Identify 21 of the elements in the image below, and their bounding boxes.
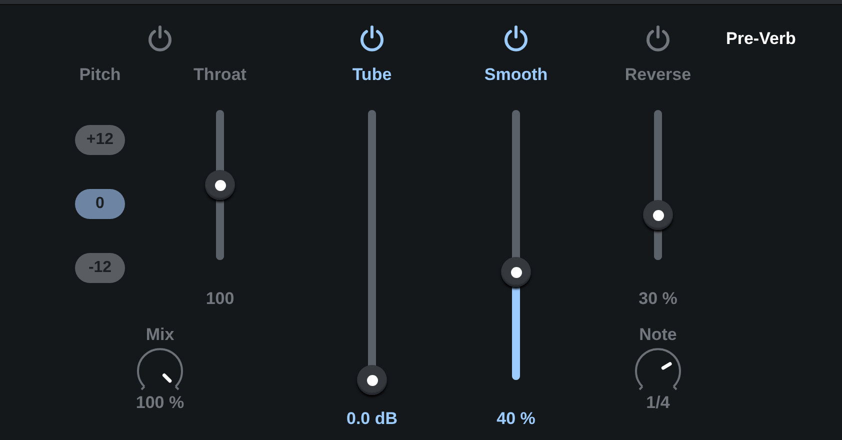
value-readout: 1/4: [646, 393, 670, 413]
pitch-button[interactable]: -12: [75, 253, 125, 283]
control-label: Pitch: [79, 65, 121, 85]
control-label: Throat: [194, 65, 246, 85]
knob-label: Note: [639, 325, 677, 345]
slider-thumb[interactable]: [643, 200, 673, 230]
value-readout: 100: [206, 289, 234, 309]
knob-label: Mix: [146, 325, 174, 345]
control-label: Reverse: [624, 65, 692, 85]
pitch-button[interactable]: 0: [75, 189, 125, 219]
slider-thumb[interactable]: [501, 257, 531, 287]
slider-thumb[interactable]: [205, 170, 235, 200]
value-readout: 0.0 dB: [346, 409, 398, 429]
value-readout: 100 %: [136, 393, 184, 413]
panel-title: Pre-Verb: [726, 29, 796, 49]
slider-thumb[interactable]: [357, 365, 387, 395]
value-readout: 30 %: [638, 289, 678, 309]
value-readout: 40 %: [496, 409, 536, 429]
control-label: Smooth: [484, 65, 548, 85]
control-label: Tube: [352, 65, 392, 85]
pitch-button[interactable]: +12: [75, 125, 125, 155]
